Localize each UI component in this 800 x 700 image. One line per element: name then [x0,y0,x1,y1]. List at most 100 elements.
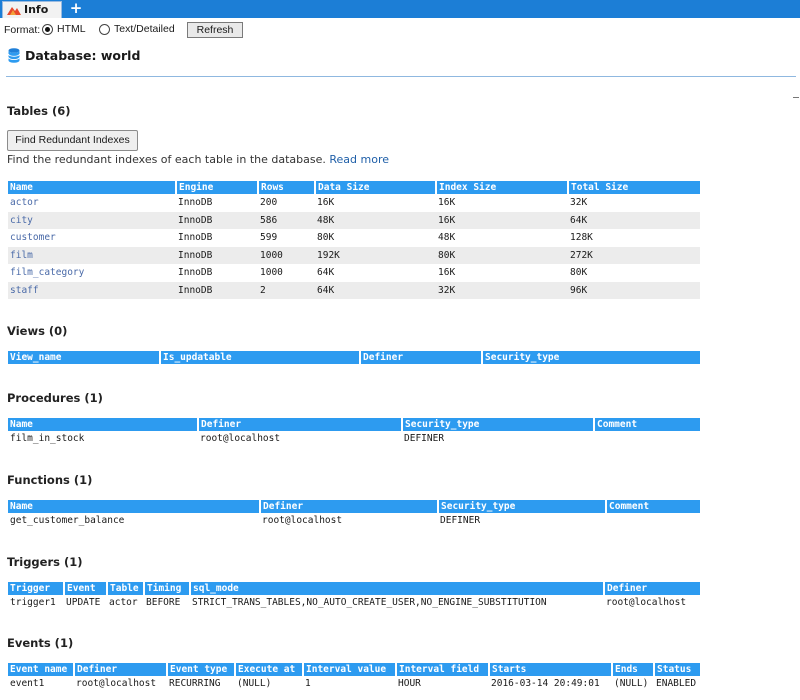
table-cell: HOUR [398,677,421,689]
format-html-label: HTML [57,23,86,35]
workbench-icon [7,7,21,15]
table-cell: BEFORE [146,596,181,608]
tab-info[interactable]: Info [2,1,62,18]
table-row: get_customer_balance root@localhost DEFINE… [8,513,700,527]
add-tab-button[interactable]: + [68,0,84,18]
table-cell: 64K [315,281,436,299]
table-cell: root@localhost [76,677,157,689]
functions-section-title: Functions (1) [7,473,93,487]
find-redundant-indexes-button[interactable]: Find Redundant Indexes [7,130,138,151]
tables-description-text: Find the redundant indexes of each table… [7,153,326,166]
column-header[interactable]: Event type [167,663,236,676]
column-header[interactable]: Comment [594,418,700,431]
column-header[interactable]: Definer [360,351,483,364]
column-header[interactable]: Security_type [438,500,607,513]
table-row: actor InnoDB 200 16K 16K 32K [8,194,700,212]
database-title: Database: world [25,48,141,63]
table-cell: InnoDB [176,246,258,264]
column-header[interactable]: Index Size [436,181,569,194]
header-divider [6,76,796,77]
table-name-link[interactable]: film_category [8,264,176,282]
column-header[interactable]: Security_type [402,418,595,431]
column-header[interactable]: Definer [74,663,168,676]
table-name-link[interactable]: film [8,246,176,264]
column-header[interactable]: Ends [612,663,655,676]
column-header[interactable]: Execute at [235,663,304,676]
column-header[interactable]: View_name [8,351,161,364]
column-header[interactable]: Status [654,663,700,676]
column-header[interactable]: Data Size [315,181,437,194]
table-cell: InnoDB [178,232,213,244]
table-cell: 200 [260,197,278,209]
column-header[interactable]: Comment [606,500,700,513]
format-text-radio[interactable]: Text/Detailed [99,23,175,35]
column-header[interactable]: Definer [604,582,700,595]
column-header[interactable]: Timing [144,582,191,595]
table-cell: (NULL) [237,677,272,689]
refresh-button[interactable]: Refresh [187,22,243,38]
views-section-title: Views (0) [7,324,68,338]
format-label: Format: [4,24,41,36]
database-header: Database: world [8,48,140,63]
table-cell: 1 [305,677,311,689]
column-header[interactable]: Is_updatable [160,351,361,364]
table-cell: film_in_stock [10,432,85,444]
table-cell: 272K [568,246,700,264]
table-name-link[interactable]: customer [8,229,176,247]
column-header[interactable]: Definer [198,418,403,431]
table-cell: 80K [570,267,588,279]
column-header[interactable]: Trigger [8,582,65,595]
radio-unselected-icon [99,23,110,35]
tab-label: Info [24,3,49,16]
events-table: Event name Definer Event type Execute at Int… [8,663,700,690]
table-cell: InnoDB [176,281,258,299]
column-header[interactable]: Rows [258,181,316,194]
column-header[interactable]: Interval field [396,663,490,676]
table-name-link[interactable]: actor [8,194,176,212]
table-cell: DEFINER [440,514,481,526]
tables-section-title: Tables (6) [7,104,71,118]
table-cell: InnoDB [176,211,258,229]
table-cell: 1000 [258,246,315,264]
table-cell: get_customer_balance [10,514,125,526]
column-header[interactable]: Interval value [303,663,397,676]
table-row: customer InnoDB 599 80K 48K 128K [8,229,700,247]
edge-marker [793,97,799,98]
table-cell: ENABLED [656,677,697,689]
column-header[interactable]: Name [8,500,261,513]
column-header[interactable]: Name [8,181,177,194]
table-row: staff InnoDB 2 64K 32K 96K [8,281,700,299]
table-cell: 64K [317,267,335,279]
table-row: film_category InnoDB 1000 64K 16K 80K [8,264,700,282]
table-cell: 48K [315,211,436,229]
table-cell: root@localhost [606,596,687,608]
table-cell: 80K [317,232,335,244]
column-header[interactable]: Event name [8,663,75,676]
table-row: film_in_stock root@localhost DEFINER [8,431,700,445]
column-header[interactable]: Total Size [568,181,700,194]
events-section-title: Events (1) [7,636,74,650]
read-more-link[interactable]: Read more [329,153,389,166]
table-name-link[interactable]: staff [8,281,176,299]
column-header[interactable]: Engine [176,181,259,194]
column-header[interactable]: Starts [489,663,613,676]
table-cell: 48K [438,232,456,244]
table-cell: 128K [570,232,593,244]
column-header[interactable]: Definer [260,500,439,513]
column-header[interactable]: Name [8,418,199,431]
database-icon [8,48,20,63]
column-header[interactable]: Event [64,582,108,595]
triggers-section-title: Triggers (1) [7,555,83,569]
column-header[interactable]: sql_mode [190,582,605,595]
tab-bar: Info + [0,0,800,18]
table-cell: event1 [10,677,45,689]
column-header[interactable]: Table [107,582,145,595]
format-html-radio[interactable]: HTML [42,23,86,35]
format-toolbar: Format: HTML Text/Detailed Refresh [0,19,800,41]
table-cell: (NULL) [614,677,649,689]
table-cell [606,513,700,527]
table-cell: InnoDB [178,197,213,209]
procedures-section-title: Procedures (1) [7,391,103,405]
column-header[interactable]: Security_type [482,351,700,364]
table-name-link[interactable]: city [8,211,176,229]
